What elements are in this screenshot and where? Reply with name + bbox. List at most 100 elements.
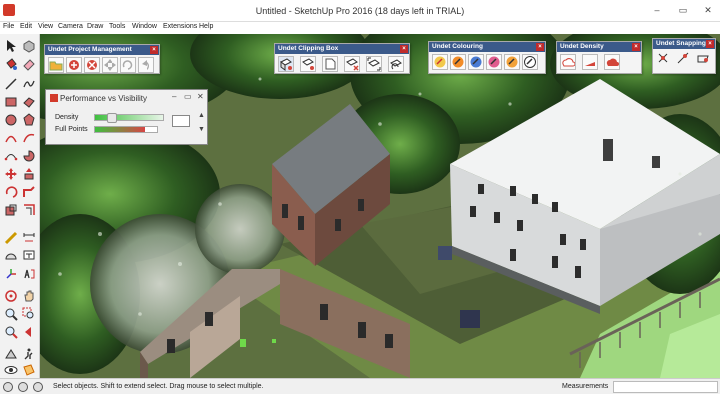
density-medium-icon[interactable] [582,54,598,70]
3d-text-icon[interactable] [22,267,36,281]
menu-camera[interactable]: Camera [58,23,83,30]
clip-expand-icon[interactable] [366,56,382,72]
follow-me-icon[interactable] [22,185,36,199]
zoom-icon[interactable] [4,307,18,321]
density-high-icon[interactable] [604,54,620,70]
menu-window[interactable]: Window [132,23,157,30]
toolbar-header[interactable]: Undet Clipping Box × [275,44,409,54]
density-slider-thumb[interactable] [107,113,117,123]
classification-colour-icon[interactable] [486,54,502,70]
orbit-icon[interactable] [4,289,18,303]
push-pull-icon[interactable] [22,167,36,181]
clipping-box-icon[interactable] [278,56,294,72]
menu-help[interactable]: Help [199,23,213,30]
position-camera-icon[interactable] [4,347,18,361]
clip-page-icon[interactable] [322,56,338,72]
toolbar-header[interactable]: Undet Colouring × [429,42,545,52]
eraser-icon[interactable] [22,57,36,71]
density-slider[interactable] [94,113,164,123]
menu-extensions[interactable]: Extensions [163,23,197,30]
close-icon[interactable]: × [400,45,408,53]
rotated-rectangle-icon[interactable] [22,95,36,109]
three-point-arc-icon[interactable] [4,149,18,163]
apply-button[interactable] [172,115,190,127]
point-cloud-scene [40,34,720,378]
refresh-icon[interactable] [120,57,136,73]
dialog-minimize-button[interactable]: – [172,92,176,101]
menu-tools[interactable]: Tools [109,23,125,30]
measurements-label: Measurements [562,383,609,390]
offset-icon[interactable] [22,203,36,217]
density-low-icon[interactable] [560,54,576,70]
text-icon[interactable] [22,249,36,263]
paint-bucket-icon[interactable] [4,57,18,71]
performance-dialog: Performance vs Visibility – ▭ ✕ Density … [45,89,208,145]
protractor-icon[interactable] [4,249,18,263]
close-icon[interactable]: × [706,40,714,48]
tape-measure-icon[interactable] [4,231,18,245]
close-button[interactable]: ✕ [697,4,719,16]
circle-icon[interactable] [4,113,18,127]
minimize-button[interactable]: – [646,4,668,16]
scale-icon[interactable] [4,203,18,217]
move-icon[interactable] [4,167,18,181]
model-viewport[interactable]: Undet Project Management × Undet Clipping… [40,34,720,378]
pie-icon[interactable] [22,149,36,163]
arc-icon[interactable] [4,131,18,145]
clip-remove-icon[interactable] [344,56,360,72]
section-plane-icon[interactable] [22,363,36,377]
freehand-icon[interactable] [22,77,36,91]
snap-plane-icon[interactable] [696,51,712,67]
spin-down-icon[interactable]: ▼ [198,126,205,133]
toolbar-header[interactable]: Undet Snapping × [653,39,715,49]
make-component-icon[interactable] [22,39,36,53]
rectangle-icon[interactable] [4,95,18,109]
intensity-colour-icon[interactable] [450,54,466,70]
elevation-colour-icon[interactable] [468,54,484,70]
single-colour-icon[interactable] [504,54,520,70]
help-icon[interactable] [33,382,43,392]
pan-hand-icon[interactable] [22,289,36,303]
add-point-cloud-icon[interactable] [66,57,82,73]
select-arrow-icon[interactable] [4,39,18,53]
measurements-input[interactable] [613,381,718,393]
rgb-colour-icon[interactable] [432,54,448,70]
credits-icon[interactable] [18,382,28,392]
menu-view[interactable]: View [38,23,53,30]
close-icon[interactable]: × [536,43,544,51]
axes-icon[interactable] [4,267,18,281]
polygon-icon[interactable] [22,113,36,127]
rotate-icon[interactable] [4,185,18,199]
clip-rotate-icon[interactable] [388,56,404,72]
remove-point-cloud-icon[interactable] [84,57,100,73]
menu-edit[interactable]: Edit [20,23,32,30]
zoom-extents-icon[interactable] [4,325,18,339]
menu-file[interactable]: File [3,23,14,30]
clip-add-icon[interactable] [300,56,316,72]
dialog-restore-button[interactable]: ▭ [184,92,192,101]
toolbar-header[interactable]: Undet Density × [557,42,641,52]
walk-icon[interactable] [22,347,36,361]
normal-colour-icon[interactable] [522,54,538,70]
toolbar-header[interactable]: Undet Project Management × [45,45,159,55]
look-around-icon[interactable] [4,363,18,377]
open-project-icon[interactable] [48,57,64,73]
snap-edge-icon[interactable] [676,51,692,67]
dialog-close-button[interactable]: ✕ [197,92,204,101]
spin-up-icon[interactable]: ▲ [198,112,205,119]
previous-view-icon[interactable] [22,325,36,339]
menu-draw[interactable]: Draw [87,23,103,30]
snap-point-icon[interactable] [656,51,672,67]
two-point-arc-icon[interactable] [22,131,36,145]
zoom-window-icon[interactable] [22,307,36,321]
dimension-icon[interactable] [22,231,36,245]
geo-location-icon[interactable] [3,382,13,392]
line-tool-icon[interactable] [4,77,18,91]
close-icon[interactable]: × [632,43,640,51]
close-icon[interactable]: × [150,46,158,54]
full-points-label: Full Points [55,126,88,133]
move-cloud-icon[interactable] [102,57,118,73]
window-title: Untitled - SketchUp Pro 2016 (18 days le… [255,6,465,16]
undo-icon[interactable] [138,57,154,73]
restore-button[interactable]: ▭ [672,4,694,16]
